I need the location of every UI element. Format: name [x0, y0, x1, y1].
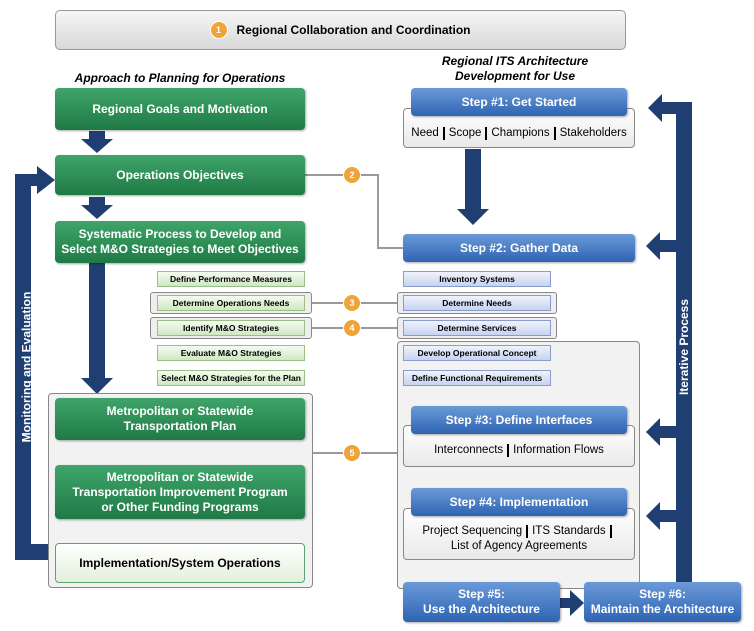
- separator: [609, 525, 612, 538]
- step3-title: Step #3: Define Interfaces: [411, 406, 627, 434]
- box-line: Transportation Improvement Program: [72, 484, 288, 499]
- iterative-process-label: Iterative Process: [677, 298, 691, 396]
- arrow-down: [81, 131, 113, 153]
- right-header-line: Regional ITS Architecture: [441, 54, 589, 68]
- box-line: Systematic Process to Develop and: [78, 227, 282, 241]
- step1-item: Need: [411, 126, 439, 139]
- box-line: Step #6:: [639, 587, 686, 601]
- box-line: Use the Architecture: [423, 602, 540, 616]
- right-header-line: Development for Use: [454, 69, 576, 83]
- right-header: Regional ITS Architecture Development fo…: [405, 54, 625, 84]
- step1-title: Step #1: Get Started: [411, 88, 627, 116]
- step-badge: 5: [344, 445, 360, 461]
- monitoring-evaluation-label: Monitoring and Evaluation: [19, 291, 34, 443]
- step5-box: Step #5: Use the Architecture: [403, 582, 560, 622]
- step4-item: ITS Standards: [532, 525, 606, 537]
- box-line: or Other Funding Programs: [101, 499, 259, 514]
- arrow-right: [560, 590, 584, 616]
- transportation-plan-box: Metropolitan or Statewide Transportation…: [55, 398, 305, 440]
- step1-item: Stakeholders: [559, 126, 627, 139]
- substep-determine-operations-needs: Determine Operations Needs: [157, 295, 305, 311]
- banner: 1 Regional Collaboration and Coordinatio…: [55, 10, 626, 50]
- substep-determine-services: Determine Services: [403, 320, 551, 336]
- step3-item: Information Flows: [513, 443, 604, 456]
- step4-item: List of Agency Agreements: [450, 540, 588, 552]
- arrow-down: [457, 149, 489, 225]
- step-badge: 3: [344, 295, 360, 311]
- step1-item: Scope: [448, 126, 482, 139]
- tip-box: Metropolitan or Statewide Transportation…: [55, 465, 305, 519]
- box-line: Transportation Plan: [123, 419, 237, 433]
- iterative-label-wrap: Iterative Process: [676, 299, 692, 395]
- arrow-down: [81, 197, 113, 219]
- substep-develop-operational-concept: Develop Operational Concept: [403, 345, 551, 361]
- box-line: Maintain the Architecture: [590, 602, 735, 616]
- separator: [507, 443, 510, 457]
- separator: [485, 126, 488, 140]
- box-line: Metropolitan or Statewide: [106, 469, 254, 484]
- link-lines: [305, 174, 403, 454]
- left-header: Approach to Planning for Operations: [74, 71, 286, 85]
- regional-goals-box: Regional Goals and Motivation: [55, 88, 305, 130]
- banner-title: Regional Collaboration and Coordination: [236, 23, 471, 37]
- separator: [526, 525, 529, 538]
- step6-box: Step #6: Maintain the Architecture: [584, 582, 741, 622]
- implementation-operations-box: Implementation/System Operations: [55, 543, 305, 583]
- step4-title: Step #4: Implementation: [411, 488, 627, 516]
- substep-determine-needs: Determine Needs: [403, 295, 551, 311]
- step1-item: Champions: [491, 126, 550, 139]
- separator: [553, 126, 556, 140]
- step-badge: 1: [210, 22, 227, 38]
- step3-item: Interconnects: [434, 443, 504, 456]
- systematic-process-box: Systematic Process to Develop and Select…: [55, 221, 305, 263]
- box-line: Step #5:: [458, 587, 505, 601]
- substep-inventory-systems: Inventory Systems: [403, 271, 551, 287]
- step4-item: Project Sequencing: [422, 525, 523, 537]
- step2-title: Step #2: Gather Data: [403, 234, 635, 262]
- substep-define-performance-measures: Define Performance Measures: [157, 271, 305, 287]
- operations-objectives-box: Operations Objectives: [55, 155, 305, 195]
- step-badge: 4: [344, 320, 360, 336]
- box-line: Select M&O Strategies to Meet Objectives: [61, 242, 299, 256]
- step4-row: Project Sequencing ITS Standards: [422, 524, 615, 539]
- step-badge: 2: [344, 167, 360, 183]
- substep-evaluate-mo-strategies: Evaluate M&O Strategies: [157, 345, 305, 361]
- substep-identify-mo-strategies: Identify M&O Strategies: [157, 320, 305, 336]
- box-line: Metropolitan or Statewide: [106, 404, 254, 418]
- substep-define-functional-requirements: Define Functional Requirements: [403, 370, 551, 386]
- arrow-down: [81, 262, 113, 394]
- separator: [442, 126, 445, 140]
- substep-select-mo-strategies: Select M&O Strategies for the Plan: [157, 370, 305, 386]
- monitoring-label-wrap: Monitoring and Evaluation: [8, 292, 44, 443]
